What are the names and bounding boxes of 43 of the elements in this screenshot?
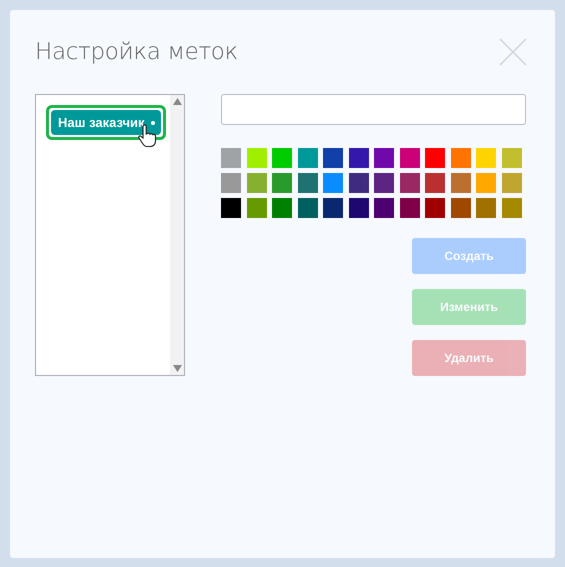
color-swatch[interactable]	[502, 148, 522, 168]
color-swatch[interactable]	[272, 198, 292, 218]
color-swatch[interactable]	[450, 198, 470, 218]
color-swatch[interactable]	[272, 173, 292, 193]
color-swatch[interactable]	[246, 198, 266, 218]
scrollbar[interactable]	[170, 95, 184, 375]
color-swatch[interactable]	[476, 148, 496, 168]
color-swatch[interactable]	[348, 198, 368, 218]
color-swatch[interactable]	[374, 148, 394, 168]
color-swatch[interactable]	[476, 198, 496, 218]
color-swatch[interactable]	[450, 173, 470, 193]
color-swatch[interactable]	[298, 198, 318, 218]
color-swatch[interactable]	[502, 198, 522, 218]
scroll-up-icon[interactable]	[172, 98, 182, 105]
color-swatch[interactable]	[323, 198, 343, 218]
color-swatch[interactable]	[425, 148, 445, 168]
color-swatch[interactable]	[221, 148, 241, 168]
color-swatch[interactable]	[246, 173, 266, 193]
color-swatch[interactable]	[425, 198, 445, 218]
color-swatch[interactable]	[348, 173, 368, 193]
close-icon[interactable]	[499, 38, 527, 66]
color-swatch[interactable]	[450, 148, 470, 168]
color-swatch[interactable]	[425, 173, 445, 193]
color-swatch[interactable]	[502, 173, 522, 193]
color-swatch[interactable]	[400, 173, 420, 193]
color-swatch[interactable]	[298, 148, 318, 168]
tag-name-field[interactable]	[221, 94, 526, 125]
dialog-title: Настройка меток	[35, 39, 238, 65]
color-swatch[interactable]	[400, 198, 420, 218]
color-swatch[interactable]	[323, 173, 343, 193]
color-swatch[interactable]	[374, 198, 394, 218]
color-swatch[interactable]	[298, 173, 318, 193]
color-swatch[interactable]	[221, 198, 241, 218]
tag-label[interactable]: Наш заказчик	[51, 110, 160, 135]
color-swatch[interactable]	[476, 173, 496, 193]
color-swatch[interactable]	[246, 148, 266, 168]
color-swatch[interactable]	[221, 173, 241, 193]
color-swatch[interactable]	[348, 148, 368, 168]
color-swatch[interactable]	[374, 173, 394, 193]
color-swatch[interactable]	[400, 148, 420, 168]
scroll-down-icon[interactable]	[172, 365, 182, 372]
color-swatch[interactable]	[323, 148, 343, 168]
color-swatch[interactable]	[272, 148, 292, 168]
